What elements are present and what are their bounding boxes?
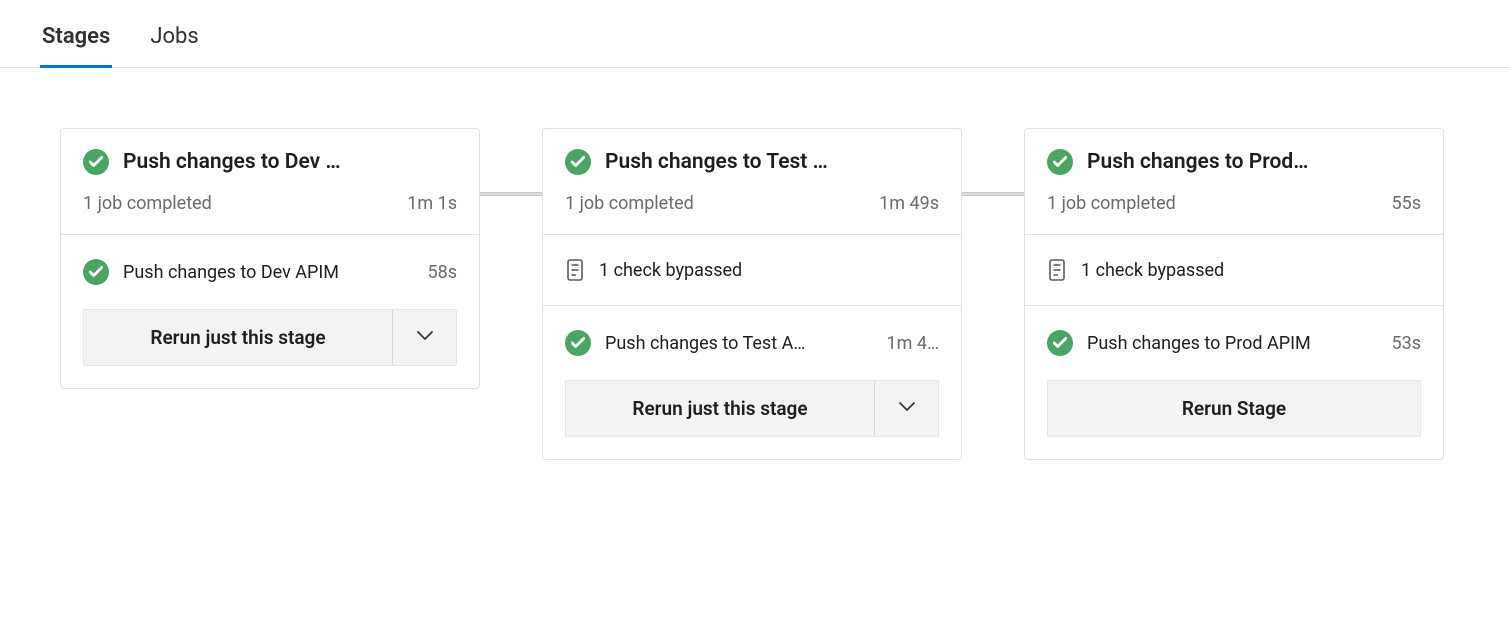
- stage-summary: 1 job completed: [565, 193, 694, 214]
- checklist-icon: [565, 259, 585, 281]
- rerun-stage-button[interactable]: Rerun Stage: [1047, 380, 1421, 437]
- checklist-icon: [1047, 259, 1067, 281]
- job-name: Push changes to Prod APIM: [1087, 333, 1377, 354]
- stage-title: Push changes to Prod…: [1087, 150, 1421, 174]
- stage-duration: 55s: [1391, 193, 1421, 214]
- rerun-stage-button[interactable]: Rerun just this stage: [566, 381, 874, 436]
- stage-card-dev[interactable]: Push changes to Dev … 1 job completed 1m…: [60, 128, 480, 389]
- success-icon: [83, 149, 109, 175]
- job-duration: 1m 4…: [886, 333, 939, 354]
- stage-connector: [480, 192, 542, 196]
- stage-summary-row: 1 job completed 1m 1s: [61, 183, 479, 234]
- stages-canvas: Push changes to Dev … 1 job completed 1m…: [0, 68, 1509, 568]
- job-name: Push changes to Test A…: [605, 333, 872, 354]
- stage-header: Push changes to Dev …: [61, 129, 479, 183]
- stage-title: Push changes to Test …: [605, 150, 939, 174]
- success-icon: [565, 330, 591, 356]
- checks-row[interactable]: 1 check bypassed: [1025, 235, 1443, 305]
- checks-text: 1 check bypassed: [1081, 260, 1421, 281]
- rerun-split-button: Rerun just this stage: [83, 309, 457, 366]
- rerun-menu-button[interactable]: [874, 381, 938, 436]
- job-row[interactable]: Push changes to Test A… 1m 4…: [543, 306, 961, 380]
- stage-card-prod[interactable]: Push changes to Prod… 1 job completed 55…: [1024, 128, 1444, 460]
- stage-summary: 1 job completed: [1047, 193, 1176, 214]
- chevron-down-icon: [416, 327, 434, 349]
- stages-row: Push changes to Dev … 1 job completed 1m…: [60, 128, 1469, 460]
- stage-connector: [962, 192, 1024, 196]
- checks-text: 1 check bypassed: [599, 260, 939, 281]
- job-row[interactable]: Push changes to Dev APIM 58s: [61, 235, 479, 309]
- rerun-split-button: Rerun just this stage: [565, 380, 939, 437]
- success-icon: [565, 149, 591, 175]
- success-icon: [1047, 330, 1073, 356]
- chevron-down-icon: [898, 398, 916, 420]
- rerun-menu-button[interactable]: [392, 310, 456, 365]
- stage-card-test[interactable]: Push changes to Test … 1 job completed 1…: [542, 128, 962, 460]
- success-icon: [83, 259, 109, 285]
- rerun-stage-button[interactable]: Rerun just this stage: [84, 310, 392, 365]
- checks-row[interactable]: 1 check bypassed: [543, 235, 961, 305]
- job-duration: 58s: [427, 262, 457, 283]
- job-duration: 53s: [1391, 333, 1421, 354]
- stage-title: Push changes to Dev …: [123, 150, 457, 174]
- job-name: Push changes to Dev APIM: [123, 262, 413, 283]
- tab-bar: Stages Jobs: [0, 0, 1509, 68]
- tab-stages[interactable]: Stages: [40, 24, 112, 67]
- stage-summary-row: 1 job completed 1m 49s: [543, 183, 961, 234]
- stage-summary-row: 1 job completed 55s: [1025, 183, 1443, 234]
- success-icon: [1047, 149, 1073, 175]
- tab-jobs[interactable]: Jobs: [148, 24, 200, 67]
- stage-duration: 1m 1s: [407, 193, 457, 214]
- stage-header: Push changes to Test …: [543, 129, 961, 183]
- job-row[interactable]: Push changes to Prod APIM 53s: [1025, 306, 1443, 380]
- stage-summary: 1 job completed: [83, 193, 212, 214]
- stage-header: Push changes to Prod…: [1025, 129, 1443, 183]
- stage-duration: 1m 49s: [879, 193, 939, 214]
